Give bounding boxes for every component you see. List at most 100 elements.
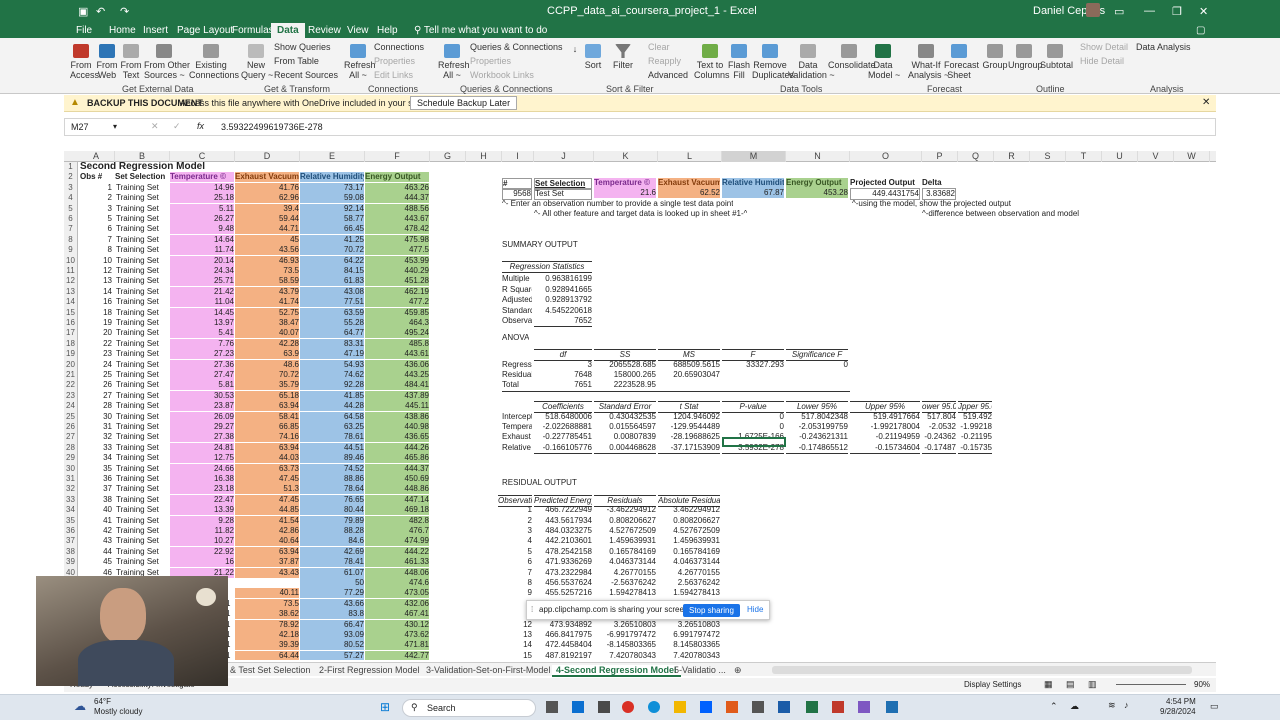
- obs-cell[interactable]: 31: [80, 422, 112, 432]
- temp-cell[interactable]: 27.38: [170, 432, 234, 443]
- set-selection-cell[interactable]: Training Set: [116, 318, 170, 328]
- coef-value[interactable]: -0.227785451: [534, 432, 592, 442]
- eout-cell[interactable]: 443.67: [365, 214, 429, 224]
- eout-cell[interactable]: 443.25: [365, 370, 429, 380]
- data-cell[interactable]: 40.11: [235, 588, 299, 599]
- obs-cell[interactable]: 2: [80, 193, 112, 203]
- page-layout-view-icon[interactable]: ▤: [1066, 679, 1075, 690]
- recent-sources-button[interactable]: Recent Sources: [274, 70, 338, 80]
- temp-cell[interactable]: 27.47: [170, 370, 234, 380]
- eout-cell[interactable]: 436.06: [365, 359, 429, 370]
- resid-value[interactable]: 0.808206627: [594, 516, 656, 526]
- row-header[interactable]: 14: [64, 297, 78, 308]
- vac-cell[interactable]: 41.54: [235, 515, 299, 526]
- set-selection-cell[interactable]: Training Set: [116, 297, 170, 307]
- from-table-button[interactable]: From Table: [274, 56, 319, 66]
- resid-value[interactable]: 4.527672509: [594, 526, 656, 536]
- set-selection-cell[interactable]: Training Set: [116, 214, 170, 224]
- anova-value[interactable]: 2065528.685: [594, 360, 656, 370]
- obs-cell[interactable]: 12: [80, 266, 112, 276]
- set-selection-cell[interactable]: Training Set: [116, 526, 170, 536]
- coef-value[interactable]: -129.9544489: [658, 422, 720, 432]
- hum-cell[interactable]: 78.61: [300, 432, 364, 443]
- test-eout[interactable]: 453.28: [786, 188, 848, 198]
- obs-cell[interactable]: 38: [80, 495, 112, 505]
- eout-cell[interactable]: 436.65: [365, 432, 429, 443]
- data-cell[interactable]: 467.41: [365, 609, 429, 620]
- note-enter-obs[interactable]: ^- Enter an observation number to provid…: [502, 199, 733, 209]
- acrobat-icon[interactable]: [832, 701, 844, 713]
- temp-cell[interactable]: 5.41: [170, 328, 234, 339]
- coef-label[interactable]: Relative H: [502, 443, 532, 453]
- coef-value[interactable]: 518.6480006: [534, 412, 592, 422]
- data-header[interactable]: Temperature ©: [170, 172, 234, 183]
- col-header[interactable]: I: [502, 151, 534, 162]
- vac-cell[interactable]: 47.45: [235, 494, 299, 505]
- row-header[interactable]: 1: [64, 162, 78, 173]
- workbook-links-button[interactable]: Workbook Links: [470, 70, 534, 80]
- coef-value[interactable]: 1204.946092: [658, 412, 720, 422]
- set-selection-cell[interactable]: Training Set: [116, 432, 170, 442]
- resid-value[interactable]: 7.420780343: [594, 651, 656, 660]
- vac-cell[interactable]: 59.44: [235, 214, 299, 224]
- data-header[interactable]: Energy Output: [365, 172, 429, 183]
- temp-cell[interactable]: 27.23: [170, 349, 234, 360]
- set-selection-cell[interactable]: Training Set: [116, 422, 170, 432]
- row-header[interactable]: 22: [64, 380, 78, 391]
- hum-cell[interactable]: 70.72: [300, 245, 364, 256]
- hum-cell[interactable]: 77.51: [300, 297, 364, 308]
- ungroup-button[interactable]: Ungroup: [1008, 44, 1043, 70]
- eout-cell[interactable]: 440.98: [365, 422, 429, 432]
- row-header[interactable]: 36: [64, 526, 78, 537]
- row-header[interactable]: 10: [64, 255, 78, 266]
- advanced-button[interactable]: Advanced: [648, 70, 688, 80]
- data-cell[interactable]: 442.77: [365, 650, 429, 660]
- resid-value[interactable]: 1.594278413: [658, 588, 720, 598]
- coef-value[interactable]: -2.0532: [922, 422, 956, 432]
- chrome-icon[interactable]: [622, 701, 634, 713]
- eout-cell[interactable]: 477.2: [365, 297, 429, 308]
- eout-cell[interactable]: 477.5: [365, 245, 429, 256]
- resid-value[interactable]: 473.2322984: [534, 568, 592, 578]
- eout-cell[interactable]: 495.24: [365, 328, 429, 339]
- regstat-value[interactable]: 0.963816199: [534, 274, 592, 284]
- col-header[interactable]: N: [786, 151, 850, 162]
- data-validation-button[interactable]: Data Validation ~: [788, 44, 835, 80]
- vac-cell[interactable]: 37.87: [235, 557, 299, 568]
- vac-cell[interactable]: 63.94: [235, 442, 299, 453]
- from-other-sources-button[interactable]: From Other Sources ~: [144, 44, 190, 80]
- row-header[interactable]: 27: [64, 432, 78, 443]
- sort-button[interactable]: Sort: [582, 44, 604, 70]
- zoom-slider[interactable]: [1116, 684, 1186, 685]
- hum-cell[interactable]: 58.77: [300, 214, 364, 224]
- set-selection-cell[interactable]: Training Set: [116, 276, 170, 286]
- obs-cell[interactable]: 32: [80, 432, 112, 442]
- eout-cell[interactable]: 485.8: [365, 338, 429, 349]
- anova-label[interactable]: Total: [502, 380, 532, 390]
- temp-cell[interactable]: 21.42: [170, 286, 234, 297]
- row-header[interactable]: 8: [64, 234, 78, 246]
- row-header[interactable]: 9: [64, 245, 78, 256]
- sheet-tab-4[interactable]: 4-Second Regression Model: [552, 665, 681, 677]
- row-header[interactable]: 20: [64, 359, 78, 370]
- eout-cell[interactable]: 465.86: [365, 453, 429, 464]
- vac-cell[interactable]: 47.45: [235, 474, 299, 484]
- resid-value[interactable]: 484.0323275: [534, 526, 592, 536]
- resid-value[interactable]: 12: [498, 620, 532, 630]
- hum-cell[interactable]: 79.89: [300, 515, 364, 526]
- col-header[interactable]: B: [115, 151, 170, 162]
- set-selection-cell[interactable]: Training Set: [116, 204, 170, 214]
- horizontal-scrollbar[interactable]: [772, 666, 1192, 674]
- set-selection-cell[interactable]: Training Set: [116, 235, 170, 245]
- eout-cell[interactable]: 448.06: [365, 567, 429, 578]
- row-header[interactable]: 37: [64, 536, 78, 547]
- resid-value[interactable]: 442.2103601: [534, 536, 592, 546]
- anova-value[interactable]: 688509.5615: [658, 360, 720, 370]
- zoom-level[interactable]: 90%: [1194, 680, 1210, 689]
- stop-sharing-button[interactable]: Stop sharing: [683, 604, 740, 617]
- vac-cell[interactable]: 44.03: [235, 453, 299, 464]
- data-cell[interactable]: 474.6: [365, 578, 429, 588]
- test-header-vac[interactable]: Exhaust Vacuum: [658, 178, 720, 188]
- coef-value[interactable]: 0.00807839: [594, 432, 656, 442]
- hum-cell[interactable]: 44.28: [300, 401, 364, 412]
